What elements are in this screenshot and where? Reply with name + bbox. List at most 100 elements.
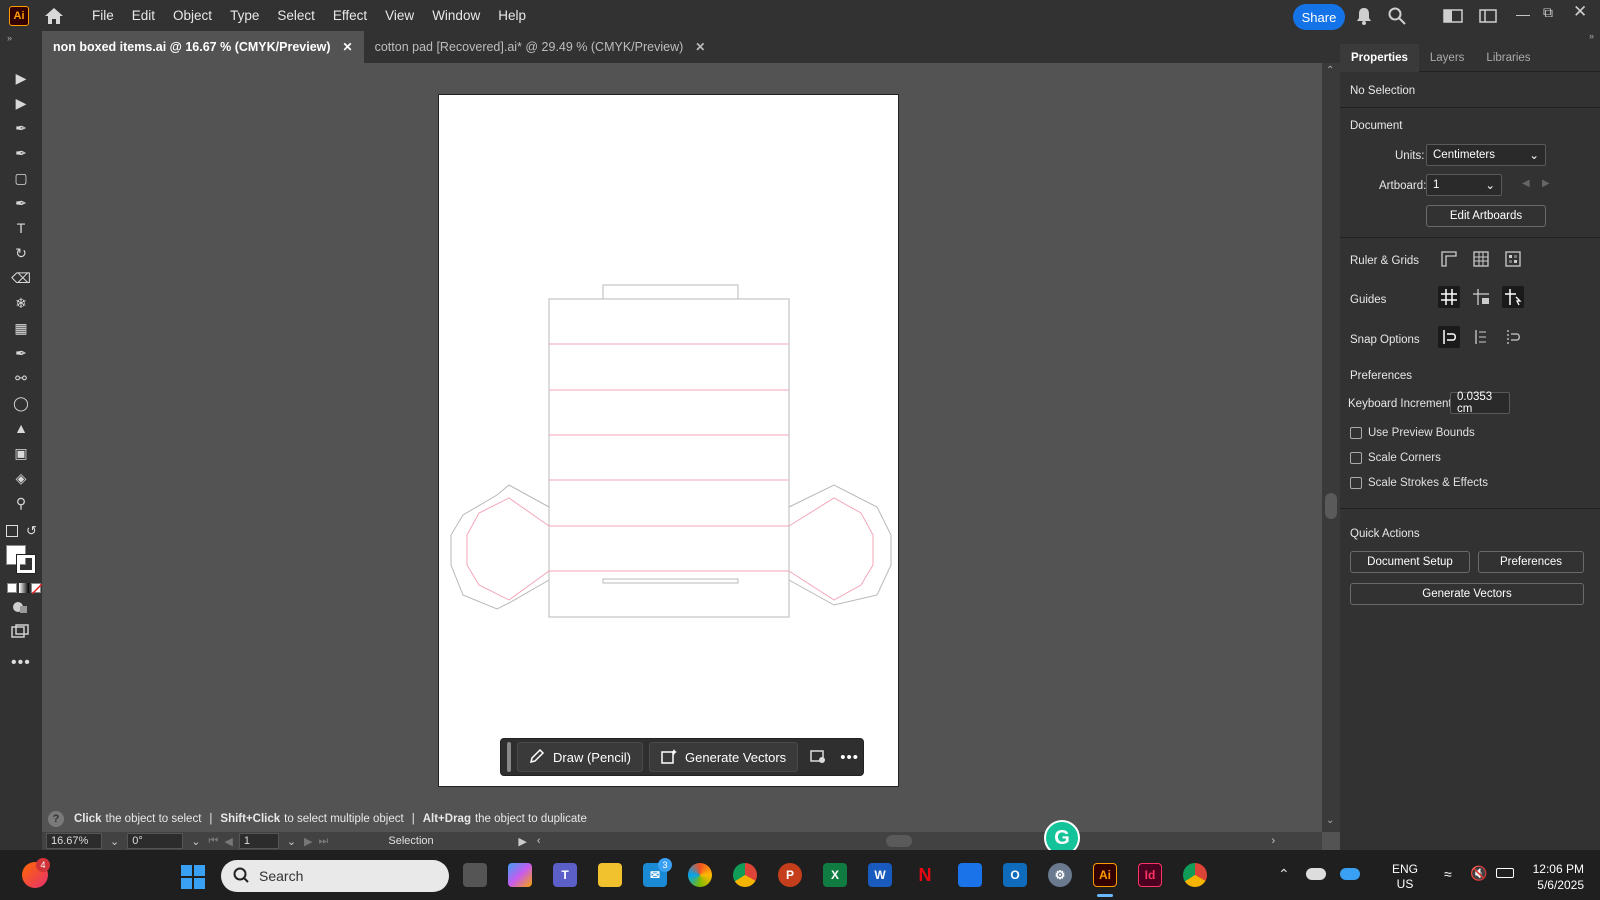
artboard-dropdown-icon[interactable]: ⌄ (287, 835, 296, 848)
menu-edit[interactable]: Edit (123, 0, 164, 31)
scroll-up-icon[interactable]: ⌃ (1326, 65, 1334, 76)
eraser-tool-icon[interactable]: ⌫ (9, 267, 33, 289)
vertical-scrollbar[interactable]: ⌃ ⌄ (1322, 63, 1340, 832)
collapse-tools-icon[interactable]: » (7, 33, 12, 43)
powerpoint-icon[interactable]: P (778, 863, 802, 887)
battery-icon[interactable] (1496, 868, 1514, 878)
zoom-tool-icon[interactable]: ⚲ (9, 492, 33, 514)
last-artboard-icon[interactable]: ⏭ (319, 835, 329, 848)
horizontal-scroll-thumb[interactable] (885, 835, 912, 847)
scale-strokes-checkbox[interactable] (1350, 477, 1362, 489)
drag-handle[interactable] (507, 742, 511, 772)
restore-icon[interactable]: ⧉ (1543, 4, 1553, 21)
default-colors-icon[interactable] (6, 525, 18, 537)
document-setup-button[interactable]: Document Setup (1350, 551, 1470, 573)
word-icon[interactable]: W (868, 863, 892, 887)
rotate-tool-icon[interactable]: ↻ (9, 242, 33, 264)
rotation-dropdown-icon[interactable]: ⌄ (191, 835, 200, 848)
generate-vectors-panel-button[interactable]: Generate Vectors (1350, 583, 1584, 605)
live-paint-tool-icon[interactable]: ▲ (9, 417, 33, 439)
copilot-icon[interactable] (508, 863, 532, 887)
artboard[interactable] (438, 94, 899, 787)
grid-icon[interactable] (1470, 248, 1492, 270)
more-options-icon[interactable]: ••• (840, 749, 859, 766)
smart-guides-icon[interactable] (1502, 286, 1524, 308)
keyboard-increment-input[interactable]: 0.0353 cm (1450, 391, 1510, 415)
chrome-icon[interactable] (733, 863, 757, 887)
snap-to-point-icon[interactable] (1438, 326, 1460, 348)
menu-window[interactable]: Window (423, 0, 489, 31)
menu-view[interactable]: View (376, 0, 423, 31)
selection-tool-icon[interactable]: ▶ (9, 67, 33, 89)
close-window-icon[interactable]: ✕ (1573, 2, 1587, 22)
use-preview-bounds-row[interactable]: Use Preview Bounds (1350, 427, 1475, 439)
tab-libraries[interactable]: Libraries (1475, 44, 1541, 72)
color-mode-icon[interactable] (7, 583, 17, 593)
lock-guides-icon[interactable] (1470, 286, 1492, 308)
menu-select[interactable]: Select (268, 0, 324, 31)
onedrive-business-icon[interactable] (1340, 868, 1360, 880)
close-tab-icon[interactable]: ✕ (695, 40, 705, 54)
screen-mode-icon[interactable] (11, 624, 29, 638)
indesign-icon[interactable]: Id (1138, 863, 1162, 887)
blend-tool-icon[interactable]: ⚯ (9, 367, 33, 389)
ruler-icon[interactable] (1438, 248, 1460, 270)
outlook-icon[interactable]: O (1003, 863, 1027, 887)
share-button[interactable]: Share (1293, 4, 1345, 30)
type-tool-icon[interactable]: T (9, 217, 33, 239)
show-hidden-icons[interactable]: ⌃ (1278, 866, 1290, 883)
image-settings-icon[interactable] (810, 748, 826, 767)
scroll-down-icon[interactable]: ⌄ (1326, 815, 1334, 826)
menu-object[interactable]: Object (164, 0, 221, 31)
rotation-field[interactable]: 0° (127, 833, 184, 849)
next-artboard-icon[interactable]: ▶ (1542, 178, 1550, 189)
taskbar-search[interactable]: Search (221, 860, 449, 892)
minimize-icon[interactable]: — (1516, 6, 1530, 22)
gradient-mode-icon[interactable] (19, 583, 29, 593)
scale-corners-row[interactable]: Scale Corners (1350, 452, 1441, 464)
workspace-switcher-icon[interactable] (1479, 9, 1497, 26)
menu-type[interactable]: Type (221, 0, 268, 31)
stroke-swatch[interactable] (16, 554, 36, 574)
menu-effect[interactable]: Effect (324, 0, 376, 31)
snap-to-grid-icon[interactable] (1470, 326, 1492, 348)
previous-artboard-icon[interactable]: ◀ (224, 835, 232, 848)
previous-artboard-icon[interactable]: ◀ (1522, 178, 1530, 189)
edit-artboards-button[interactable]: Edit Artboards (1426, 205, 1546, 227)
none-mode-icon[interactable] (31, 583, 42, 594)
task-view-icon[interactable] (463, 863, 487, 887)
scale-corners-checkbox[interactable] (1350, 452, 1362, 464)
netflix-icon[interactable]: N (913, 863, 937, 887)
rectangle-tool-icon[interactable]: ▢ (9, 167, 33, 189)
clock[interactable]: 12:06 PM 5/6/2025 (1528, 861, 1584, 893)
photos-icon[interactable] (688, 863, 712, 887)
draw-mode-icon[interactable] (12, 600, 28, 614)
paintbrush-tool-icon[interactable]: ✒ (9, 192, 33, 214)
help-icon[interactable]: ? (48, 811, 64, 827)
artboard-number-field[interactable]: 1 (238, 833, 279, 849)
language-indicator[interactable]: ENG US (1392, 862, 1418, 892)
bell-icon[interactable] (1356, 7, 1372, 28)
windows-start-icon[interactable] (181, 865, 205, 889)
artboard-dropdown[interactable]: 1 ⌄ (1426, 174, 1502, 196)
scroll-right-icon[interactable]: › (1272, 835, 1276, 847)
curvature-tool-icon[interactable]: ✒ (9, 142, 33, 164)
wifi-icon[interactable]: ≈ (1444, 866, 1452, 882)
illustrator-taskbar-icon[interactable]: Ai (1093, 863, 1117, 887)
tab-non-boxed-items[interactable]: non boxed items.ai @ 16.67 % (CMYK/Previ… (42, 31, 364, 63)
first-artboard-icon[interactable]: ⏮ (208, 835, 218, 848)
show-guides-icon[interactable] (1438, 286, 1460, 308)
direct-selection-tool-icon[interactable]: ▶ (9, 92, 33, 114)
zoom-field[interactable]: 16.67% (46, 833, 102, 849)
status-menu-icon[interactable]: ▶ (518, 835, 526, 848)
zoom-dropdown-icon[interactable]: ⌄ (110, 835, 119, 848)
scale-strokes-row[interactable]: Scale Strokes & Effects (1350, 477, 1488, 489)
menu-file[interactable]: File (83, 0, 123, 31)
draw-pencil-button[interactable]: Draw (Pencil) (517, 742, 644, 772)
snap-to-pixel-icon[interactable] (1502, 326, 1524, 348)
teams-icon[interactable]: T (553, 863, 577, 887)
settings-icon[interactable]: ⚙ (1048, 863, 1072, 887)
excel-icon[interactable]: X (823, 863, 847, 887)
use-preview-bounds-checkbox[interactable] (1350, 427, 1362, 439)
scroll-left-icon[interactable]: ‹ (537, 835, 541, 847)
